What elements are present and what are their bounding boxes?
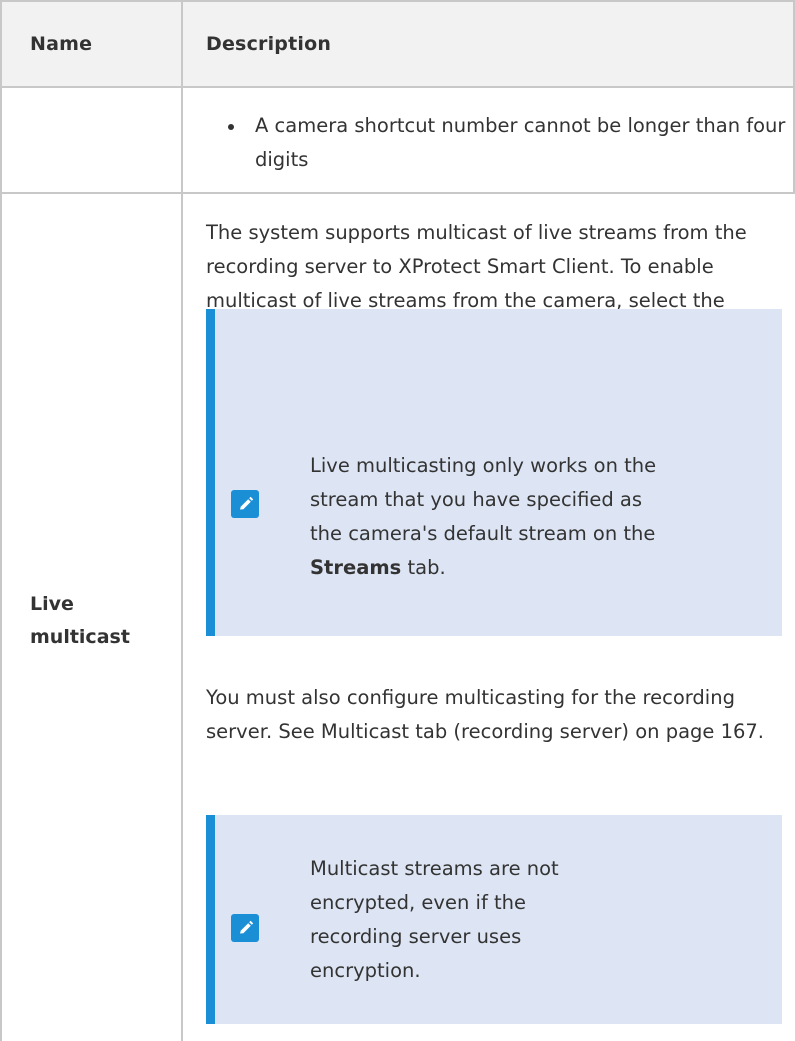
bullet-dot xyxy=(228,124,234,130)
note-box-streams: Live multicasting only works on the stre… xyxy=(206,309,782,636)
header-description: Description xyxy=(206,33,332,55)
note-box-encryption: Multicast streams are not encrypted, eve… xyxy=(206,815,782,1024)
row-name-live-multicast: Live multicast xyxy=(30,593,130,648)
table-header-row: Name Description xyxy=(0,0,795,88)
header-name: Name xyxy=(30,33,93,55)
note-accent-bar xyxy=(206,815,215,1024)
note-text-encryption: Multicast streams are not encrypted, eve… xyxy=(310,857,559,982)
note-text-streams: Live multicasting only works on the stre… xyxy=(310,449,670,585)
pencil-icon xyxy=(231,914,259,942)
table-top-border xyxy=(0,0,795,2)
note-accent-bar xyxy=(206,309,215,636)
table-left-border xyxy=(0,0,2,1041)
note-text-part2: tab. xyxy=(407,556,446,579)
bullet-text: A camera shortcut number cannot be longe… xyxy=(255,114,786,171)
pencil-icon xyxy=(231,490,259,518)
multicast-config-paragraph: You must also configure multicasting for… xyxy=(206,686,765,743)
row-divider xyxy=(0,192,795,194)
note-text-part1: Live multicasting only works on the stre… xyxy=(310,454,657,545)
streams-tab-label: Streams xyxy=(310,556,402,579)
header-bottom-border xyxy=(0,86,795,88)
settings-table: Name Description A camera shortcut numbe… xyxy=(0,0,795,1041)
column-divider xyxy=(181,0,183,1041)
